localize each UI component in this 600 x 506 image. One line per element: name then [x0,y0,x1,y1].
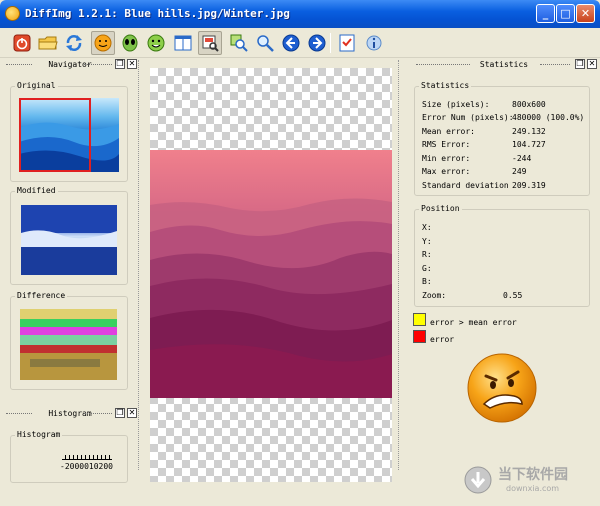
difference-thumbnail[interactable] [20,309,117,380]
app-icon [5,6,20,21]
title-bar[interactable]: DiffImg 1.2.1: Blue hills.jpg/Winter.jpg… [0,0,600,28]
histogram-ruler [62,452,112,460]
split-view-button[interactable] [171,31,195,55]
refresh-button[interactable] [62,31,86,55]
next-button[interactable] [305,31,329,55]
statistics-float-button[interactable]: ❐ [575,59,585,69]
stat-error-num-label: Error Num (pixels): [422,113,514,122]
info-icon [366,35,382,51]
split-window-icon [174,35,192,51]
difference-label: Difference [15,291,68,300]
modified-thumbnail[interactable] [21,205,117,275]
modified-label: Modified [15,186,58,195]
folder-icon [38,36,58,50]
quit-button[interactable] [10,31,34,55]
mean-error-swatch [413,313,426,326]
position-group-label: Position [419,204,462,213]
alien-view-button[interactable] [118,31,142,55]
watermark-text: 当下软件园 [498,467,568,483]
modified-winter-image [21,205,117,275]
left-splitter[interactable] [138,60,142,470]
navigator-close-button[interactable]: ✕ [127,59,137,69]
alien-icon [122,34,138,52]
difference-main-image [150,150,392,398]
stat-min-error-value: -244 [512,154,532,163]
stat-mean-error-value: 249.132 [512,127,546,136]
stat-rms-error-value: 104.727 [512,140,546,149]
position-x-label: X: [422,223,432,232]
toolbar [0,28,600,58]
position-zoom-label: Zoom: [422,291,447,300]
histogram-float-button[interactable]: ❐ [115,408,125,418]
smiley-face-icon [94,34,112,52]
power-icon [13,34,31,52]
original-label: Original [15,81,58,90]
toolbar-separator [330,33,331,53]
navigator-dock-title[interactable]: Navigator ❐ ✕ [2,59,138,71]
previous-button[interactable] [279,31,303,55]
difference-image [20,309,117,380]
original-thumbnail[interactable] [19,98,119,172]
statistics-dock-title[interactable]: Statistics ❐ ✕ [410,59,598,71]
download-icon [464,466,492,494]
statistics-title: Statistics [479,60,529,69]
about-button[interactable] [362,31,386,55]
unhappy-face-icon [467,353,537,423]
stat-size-label: Size (pixels): [422,100,490,109]
histogram-label: Histogram [15,430,63,439]
stat-std-dev-label: Standard deviation [422,181,509,190]
stat-rms-error-label: RMS Error: [422,140,471,149]
histogram-close-button[interactable]: ✕ [127,408,137,418]
navigator-float-button[interactable]: ❐ [115,59,125,69]
stat-std-dev-value: 209.319 [512,181,546,190]
minimize-button[interactable]: _ [536,4,555,23]
window-title: DiffImg 1.2.1: Blue hills.jpg/Winter.jpg [25,7,290,20]
position-y-label: Y: [422,237,432,246]
maximize-button[interactable]: □ [556,4,575,23]
zoom-button[interactable] [253,31,277,55]
position-g-label: G: [422,264,432,273]
open-folder-button[interactable] [36,31,60,55]
statistics-close-button[interactable]: ✕ [587,59,597,69]
zoom-fit-icon [230,34,248,52]
viewport-indicator[interactable] [19,98,91,172]
original-view-button[interactable] [144,31,168,55]
stat-min-error-label: Min error: [422,154,471,163]
right-splitter[interactable] [398,60,402,470]
error-swatch [413,330,426,343]
zoom-fit-button[interactable] [227,31,251,55]
error-legend: error [430,335,455,344]
stat-mean-error-label: Mean error: [422,127,475,136]
position-b-label: B: [422,277,432,286]
difference-view-button[interactable] [91,31,115,55]
arrow-right-circle-icon [308,34,326,52]
stat-error-num-value: 480000 (100.0%) [512,113,585,122]
watermark: 当下软件园 downxia.com [458,460,598,504]
histogram-scale: -2000010200 [60,462,113,471]
histogram-dock-title[interactable]: Histogram ❐ ✕ [2,408,138,420]
stat-max-error-label: Max error: [422,167,471,176]
checklist-icon [339,34,355,52]
arrow-left-circle-icon [282,34,300,52]
image-preview-button[interactable] [198,31,222,55]
watermark-url: downxia.com [506,484,560,493]
mean-error-legend: error > mean error [430,318,517,327]
refresh-icon [66,35,82,51]
stat-size-value: 800x600 [512,100,546,109]
statistics-group-label: Statistics [419,81,472,90]
close-button[interactable]: ✕ [576,4,595,23]
image-zoom-icon [202,35,219,52]
preferences-button[interactable] [335,31,359,55]
green-face-icon [147,34,165,52]
image-view[interactable] [150,68,392,482]
stat-max-error-value: 249 [512,167,527,176]
magnifier-icon [257,35,274,52]
position-r-label: R: [422,250,432,259]
position-zoom-value: 0.55 [503,291,523,300]
